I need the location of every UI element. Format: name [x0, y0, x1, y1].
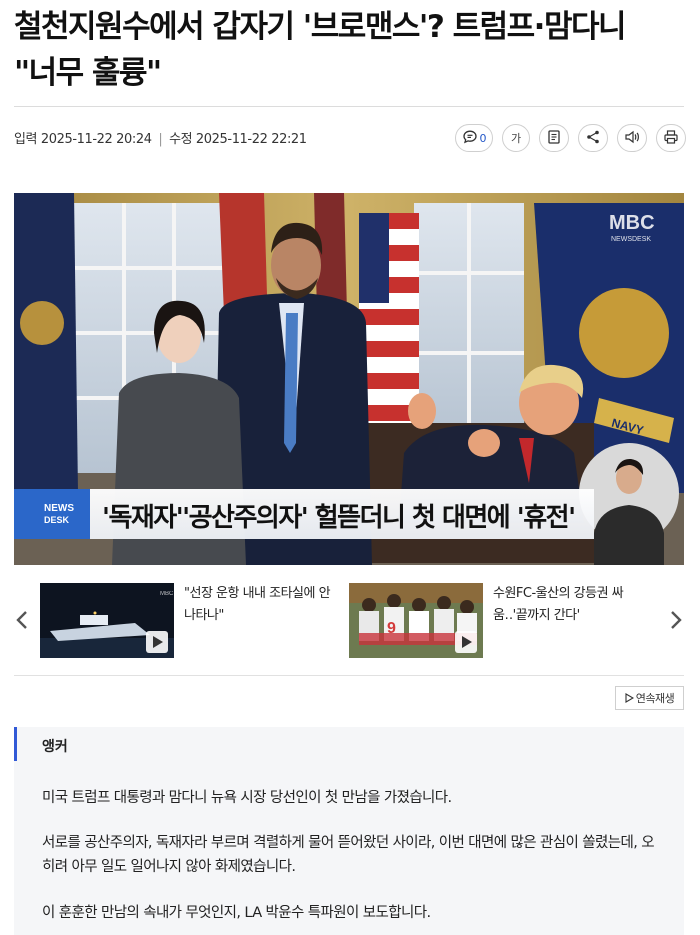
chevron-right-icon: [671, 611, 682, 629]
print-button[interactable]: [656, 124, 686, 152]
mbc-logo: MBC: [609, 212, 655, 234]
font-size-icon: 가: [510, 132, 522, 145]
share-icon: [585, 129, 601, 148]
headline-line-1: 철천지원수에서 갑자기 '브로맨스'? 트럼프·맘다니: [14, 9, 627, 45]
edit-date: 수정 2025-11-22 22:21: [169, 132, 307, 147]
bookmark-button[interactable]: [539, 124, 569, 152]
body-paragraph-2: 서로를 공산주의자, 독재자라 부르며 격렬하게 물어 뜯어왔던 사이라, 이번…: [42, 835, 655, 875]
article-toolbar: 0 가: [455, 124, 686, 152]
news-badge-top: NEWS: [44, 503, 74, 514]
share-button[interactable]: [578, 124, 608, 152]
chevron-left-icon: [16, 611, 27, 629]
related-title-2: 수원FC-울산의 강등권 싸움‥'끝까지 간다': [493, 586, 624, 623]
mbc-sub-logo: NEWSDESK: [611, 236, 651, 243]
carousel-next-button[interactable]: [668, 608, 684, 632]
autoplay-label: 연속재생: [635, 692, 675, 705]
tts-button[interactable]: [617, 124, 647, 152]
body-paragraph-1: 미국 트럼프 대통령과 맘다니 뉴욕 시장 당선인이 첫 만남을 가졌습니다.: [42, 790, 452, 806]
autoplay-button[interactable]: 연속재생: [615, 686, 684, 710]
anchor-accent-bar: [14, 727, 17, 761]
body-paragraph-3: 이 훈훈한 만남의 속내가 무엇인지, LA 박윤수 특파원이 보도합니다.: [42, 905, 431, 921]
print-icon: [663, 129, 679, 148]
font-size-button[interactable]: 가: [502, 124, 530, 152]
hero-image: NAVY MBC NEWSDESK NEWS DESK '독재자''공산주의자'…: [14, 193, 684, 565]
anchor-label: 앵커: [42, 739, 68, 755]
bookmark-icon: [546, 129, 562, 148]
section-divider: [14, 675, 684, 676]
article-headline: 철천지원수에서 갑자기 '브로맨스'? 트럼프·맘다니 "너무 훌륭": [14, 4, 686, 96]
hero-caption: '독재자''공산주의자' 헐뜯더니 첫 대면에 '휴전': [102, 503, 575, 533]
meta-separator: |: [158, 132, 163, 147]
news-badge-bottom: DESK: [44, 515, 70, 525]
article-meta: 입력 2025-11-22 20:24 | 수정 2025-11-22 22:2…: [14, 128, 307, 147]
headline-divider: [14, 106, 684, 107]
play-icon: [625, 693, 634, 703]
hero-video[interactable]: NAVY MBC NEWSDESK NEWS DESK '독재자''공산주의자'…: [14, 193, 684, 565]
tts-icon: [624, 129, 640, 148]
related-thumbnail-1: MBC: [40, 583, 174, 658]
comment-icon: [462, 129, 478, 148]
svg-text:MBC: MBC: [160, 591, 174, 597]
related-title-1: "선장 운항 내내 조타실에 안 나타나": [184, 586, 331, 623]
input-date: 입력 2025-11-22 20:24: [14, 132, 152, 147]
comment-button[interactable]: 0: [455, 124, 493, 152]
headline-line-2: "너무 훌륭": [14, 55, 162, 91]
related-thumbnail-2: 9: [349, 583, 483, 658]
comment-count: 0: [479, 131, 487, 145]
carousel-prev-button[interactable]: [14, 608, 30, 632]
